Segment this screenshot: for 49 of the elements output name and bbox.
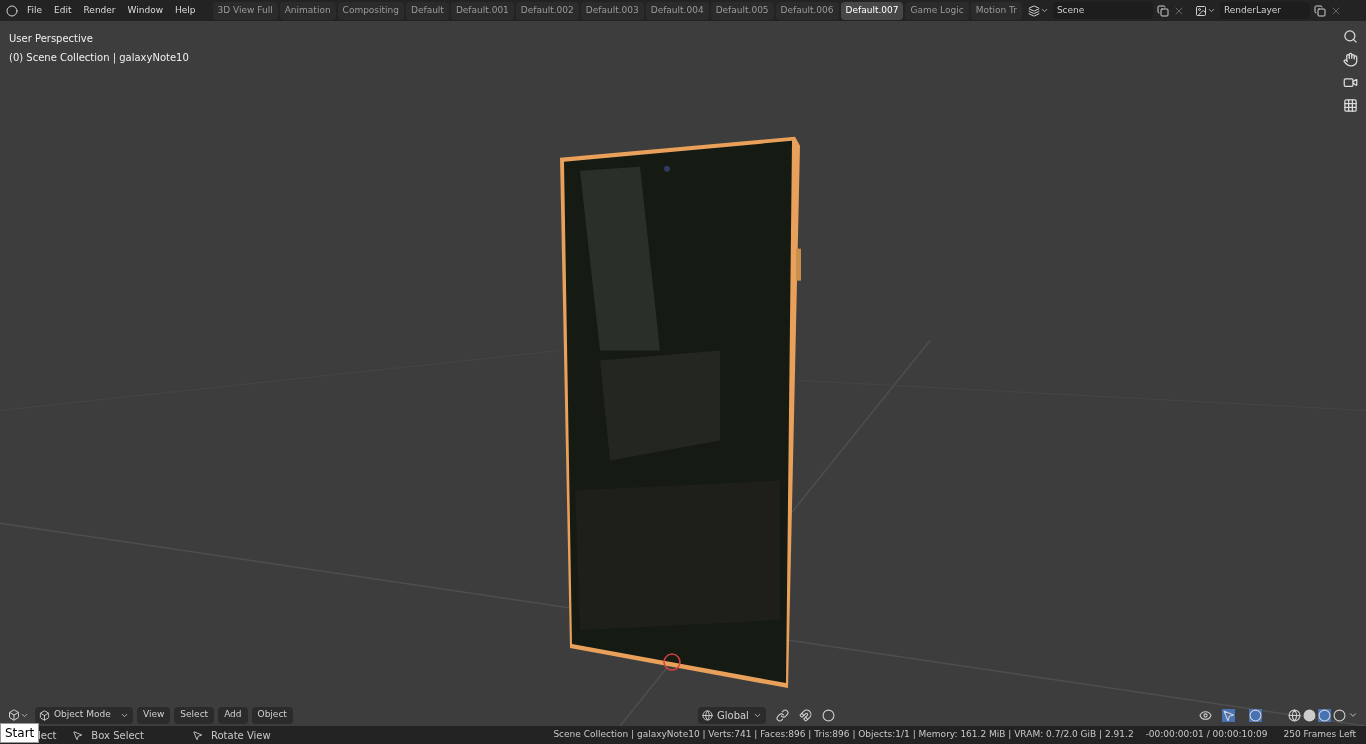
workspace-tab[interactable]: Motion Tr	[970, 1, 1022, 20]
workspace-tab[interactable]: Default.003	[580, 1, 644, 20]
menu-item[interactable]: Edit	[49, 3, 77, 18]
mouse-icon	[192, 729, 203, 741]
chevron-icon[interactable]	[1348, 710, 1358, 720]
hint-label: Box Select	[91, 728, 144, 743]
zoom-icon[interactable]	[1343, 29, 1358, 44]
eye-icon[interactable]	[1199, 708, 1212, 722]
scene-field[interactable]: Scene	[1052, 2, 1153, 19]
shading-icon[interactable]	[1303, 708, 1316, 722]
workspace-tab[interactable]: Default	[406, 1, 449, 20]
workspace-tab[interactable]: Default.006	[775, 1, 839, 20]
workspace-tab[interactable]: Default.001	[450, 1, 514, 20]
scene-stats: Scene Collection | galaxyNote10 | Verts:741 | Faces:896 | Tris:896 | Objects:1/1 | Memory: 161.2 MiB | VRAM: 0.7/2.0 GiB | 2.91.2	[553, 728, 1134, 742]
link-icon[interactable]	[776, 708, 789, 722]
workspace-tab[interactable]: Animation	[279, 1, 336, 20]
grid-icon[interactable]	[1343, 98, 1358, 113]
shading-icon[interactable]	[1333, 708, 1346, 722]
workspace-tab[interactable]: Game Logic	[905, 1, 969, 20]
view-layer-field[interactable]: RenderLayer	[1219, 2, 1310, 19]
copy-icon[interactable]	[1156, 4, 1169, 17]
menu-item[interactable]: Help	[170, 3, 201, 18]
scene-icon[interactable]	[1027, 4, 1049, 17]
shading-icon[interactable]	[1288, 708, 1301, 722]
hint-label: lect	[38, 728, 57, 743]
workspace-tab[interactable]: Default.005	[710, 1, 774, 20]
workspace-tab[interactable]: Default.004	[645, 1, 709, 20]
camera-icon[interactable]	[1343, 75, 1358, 90]
collection-label: (0) Scene Collection | galaxyNote10	[9, 51, 189, 65]
editor-type-icon[interactable]	[8, 709, 29, 721]
menu-item[interactable]: Window	[122, 3, 169, 18]
workspace-tab[interactable]: 3D View Full	[212, 1, 278, 20]
workspace-tab[interactable]: Default.002	[515, 1, 579, 20]
workspace-tab[interactable]: Compositing	[337, 1, 404, 20]
workspace-tab[interactable]: Default.007	[840, 1, 904, 20]
mouse-icon	[72, 729, 84, 741]
hint-label: Rotate View	[211, 728, 271, 743]
time-label: -00:00:00:01 / 00:00:10:09	[1145, 728, 1268, 742]
hand-icon[interactable]	[1343, 52, 1358, 67]
copy-icon[interactable]	[1313, 4, 1326, 17]
menu-item[interactable]: File	[22, 3, 48, 18]
tooltip: Start	[0, 723, 40, 743]
image-icon[interactable]	[1194, 4, 1216, 17]
magnet-icon[interactable]	[799, 708, 812, 722]
frames-label: 250 Frames Left	[1283, 728, 1356, 742]
menu-item[interactable]: Render	[78, 3, 121, 18]
circle-icon[interactable]	[822, 708, 835, 722]
view-title: User Perspective	[9, 32, 93, 46]
cube-icon	[39, 709, 50, 721]
